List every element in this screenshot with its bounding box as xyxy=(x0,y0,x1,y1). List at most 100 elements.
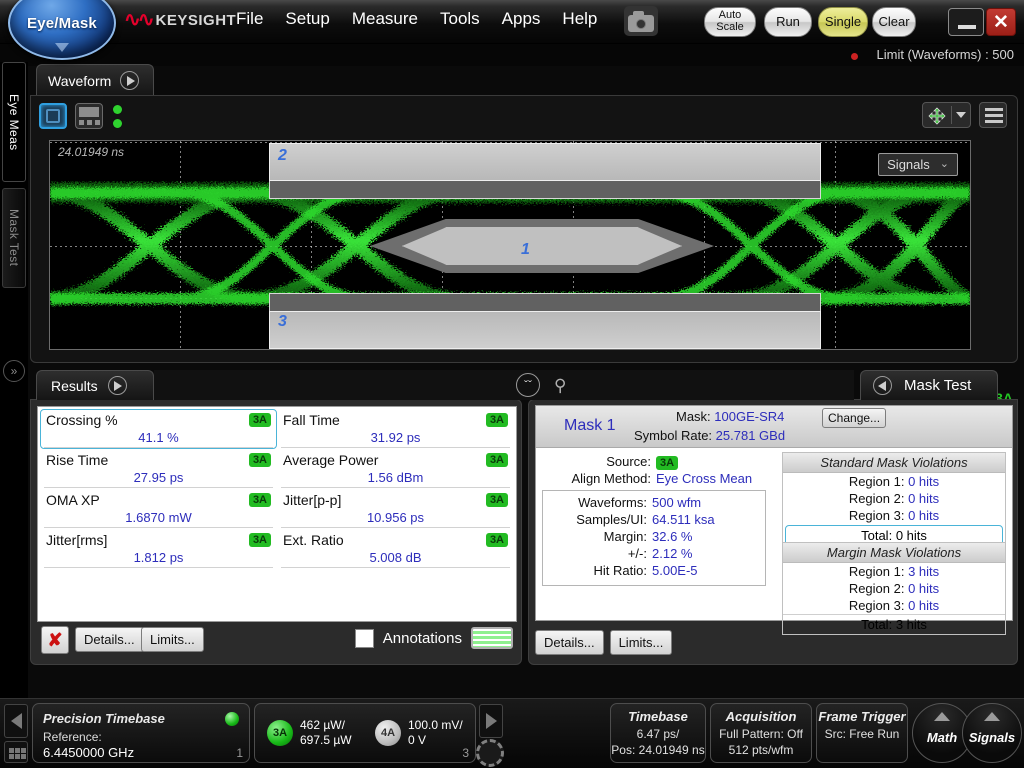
scroll-right-button[interactable] xyxy=(479,704,503,738)
channel-4a-badge: 4A xyxy=(375,720,401,746)
mask-test-back-arrow-icon[interactable] xyxy=(873,376,892,395)
run-button[interactable]: Run xyxy=(764,7,812,37)
measurement-cell[interactable]: Fall Time 3A 31.92 ps xyxy=(277,409,514,449)
measurement-source-badge: 3A xyxy=(485,413,508,428)
measurement-value: 1.56 dBm xyxy=(367,470,424,485)
eye-diagram-icon[interactable] xyxy=(39,103,67,129)
measurement-value: 27.95 ps xyxy=(133,470,184,485)
violation-row[interactable]: Region 1: 3 hits xyxy=(783,563,1005,580)
precision-timebase-card-number: 1 xyxy=(236,746,243,760)
eye-diagram-graticule[interactable]: 24.01949 ns 2 1 3 Signals ⌄ xyxy=(49,140,971,350)
align-method-key: Align Method: xyxy=(571,471,652,486)
results-details-button[interactable]: Details... xyxy=(75,627,144,652)
signals-knob-button[interactable]: Signals xyxy=(962,703,1022,763)
measurement-cell[interactable]: Rise Time 3A 27.95 ps xyxy=(40,449,277,489)
mask-limits-button[interactable]: Limits... xyxy=(609,630,673,655)
menu-item-help[interactable]: Help xyxy=(562,9,597,29)
pan-move-icon[interactable] xyxy=(923,103,951,127)
measurement-name: Ext. Ratio xyxy=(283,532,344,548)
menu-item-setup[interactable]: Setup xyxy=(285,9,329,29)
source-row: Source: 3A xyxy=(542,454,766,470)
annotations-color-swatch[interactable] xyxy=(471,627,513,649)
results-play-arrow-icon[interactable] xyxy=(107,376,127,395)
violation-row[interactable]: Region 2: 0 hits xyxy=(783,580,1005,597)
acquisition-card[interactable]: Acquisition Full Pattern: Off 512 pts/wf… xyxy=(710,703,812,763)
measurement-source-badge: 3A xyxy=(248,533,271,548)
scroll-left-button[interactable] xyxy=(4,704,28,738)
standard-total-key: Total: xyxy=(861,528,893,543)
math-knob-label: Math xyxy=(926,729,958,745)
violation-region-value: 0 hits xyxy=(908,581,940,596)
measurement-divider xyxy=(44,567,273,568)
channel-3a[interactable]: 3A 462 µW/ 697.5 µW xyxy=(267,718,352,748)
channel-3a-line1: 462 µW/ xyxy=(300,718,345,732)
hamburger-menu-icon[interactable] xyxy=(979,102,1007,128)
menu-item-tools[interactable]: Tools xyxy=(440,9,480,29)
waveform-play-arrow-icon[interactable] xyxy=(120,71,140,90)
precision-timebase-card[interactable]: Precision Timebase Reference: 6.4450000 … xyxy=(32,703,250,763)
violation-row[interactable]: Region 3: 0 hits xyxy=(783,507,1005,524)
close-button[interactable]: ✕ xyxy=(986,8,1016,36)
measurement-source-badge: 3A xyxy=(485,533,508,548)
measurement-cell[interactable]: Jitter[p-p] 3A 10.956 ps xyxy=(277,489,514,529)
tab-results[interactable]: Results xyxy=(36,370,154,400)
channel-4a[interactable]: 4A 100.0 mV/ 0 V xyxy=(375,718,463,748)
measurement-cell[interactable]: Average Power 3A 1.56 dBm xyxy=(277,449,514,489)
measurement-cell[interactable]: OMA XP 3A 1.6870 mW xyxy=(40,489,277,529)
auto-scale-button[interactable]: Auto Scale xyxy=(704,7,756,37)
mask-stat-key: Waveforms: xyxy=(578,495,647,510)
mask-details-button[interactable]: Details... xyxy=(535,630,604,655)
grid-view-button[interactable] xyxy=(4,741,28,763)
results-panel: Crossing % 3A 41.1 % Fall Time 3A 31.92 ps Ris… xyxy=(30,399,522,665)
measurement-cell[interactable]: Jitter[rms] 3A 1.812 ps xyxy=(40,529,277,569)
gear-icon[interactable] xyxy=(476,739,504,767)
tab-waveform[interactable]: Waveform xyxy=(36,64,154,96)
precision-timebase-title: Precision Timebase xyxy=(43,711,165,726)
sidebar-item-mask-test[interactable]: Mask Test xyxy=(2,188,26,288)
minimize-icon xyxy=(958,25,976,29)
measurement-divider xyxy=(44,487,273,488)
change-mask-button[interactable]: Change... xyxy=(822,408,887,428)
channel-dots-icon[interactable] xyxy=(113,105,122,133)
delete-measurement-button[interactable]: ✘ xyxy=(41,626,69,654)
left-rail: Eye Meas Mask Test » xyxy=(0,62,28,768)
reference-label: Reference: xyxy=(43,730,102,744)
violation-row[interactable]: Region 2: 0 hits xyxy=(783,490,1005,507)
frame-trigger-card[interactable]: Frame Trigger Src: Free Run xyxy=(816,703,908,763)
channels-card-number: 3 xyxy=(462,746,469,760)
screenshot-camera-icon[interactable] xyxy=(624,6,658,36)
keysight-brand-label: KEYSIGHT xyxy=(155,11,237,29)
measurement-cell[interactable]: Ext. Ratio 3A 5.008 dB xyxy=(277,529,514,569)
signals-dropdown[interactable]: Signals ⌄ xyxy=(878,153,958,176)
measurement-divider xyxy=(44,527,273,528)
violation-row[interactable]: Region 3: 0 hits xyxy=(783,597,1005,614)
channel-3a-values: 462 µW/ 697.5 µW xyxy=(300,718,352,748)
pin-icon[interactable]: ⚲ xyxy=(554,376,566,396)
collapse-chevron-icon[interactable]: ˇˇ xyxy=(516,373,540,397)
measurement-cell[interactable]: Crossing % 3A 41.1 % xyxy=(40,409,277,449)
annotations-checkbox[interactable] xyxy=(354,628,374,648)
minimize-button[interactable] xyxy=(948,8,984,36)
mask-stats-box: Waveforms: 500 wfm Samples/UI: 64.511 ksa Ma… xyxy=(542,490,766,586)
grid-layout-icon[interactable] xyxy=(75,103,103,129)
mask-region-label-3: 3 xyxy=(278,313,287,330)
menu-item-apps[interactable]: Apps xyxy=(502,9,541,29)
clear-button[interactable]: Clear xyxy=(872,7,916,37)
margin-violations-total[interactable]: Total: 3 hits xyxy=(783,614,1005,634)
sidebar-item-eye-meas[interactable]: Eye Meas xyxy=(2,62,26,182)
rail-expand-chevron-icon[interactable]: » xyxy=(3,360,25,382)
pan-chevron-down-icon[interactable] xyxy=(952,103,970,127)
mask-stat-row: Hit Ratio: 5.00E-5 xyxy=(546,563,762,578)
violation-row[interactable]: Region 1: 0 hits xyxy=(783,473,1005,490)
menu-item-measure[interactable]: Measure xyxy=(352,9,418,29)
menu-item-file[interactable]: File xyxy=(236,9,263,29)
single-button[interactable]: Single xyxy=(818,7,868,37)
tab-mask-test[interactable]: Mask Test xyxy=(860,370,998,400)
mask-stat-key: +/-: xyxy=(627,546,647,561)
waveform-right-tools xyxy=(922,102,1007,128)
channels-card[interactable]: 3A 462 µW/ 697.5 µW 4A 100.0 mV/ 0 V 3 xyxy=(254,703,476,763)
panel-header-strip: ˇˇ ⚲ xyxy=(154,370,854,400)
timebase-card[interactable]: Timebase 6.47 ps/ Pos: 24.01949 ns xyxy=(610,703,706,763)
pan-tool-group[interactable] xyxy=(922,102,971,128)
results-limits-button[interactable]: Limits... xyxy=(141,627,204,652)
